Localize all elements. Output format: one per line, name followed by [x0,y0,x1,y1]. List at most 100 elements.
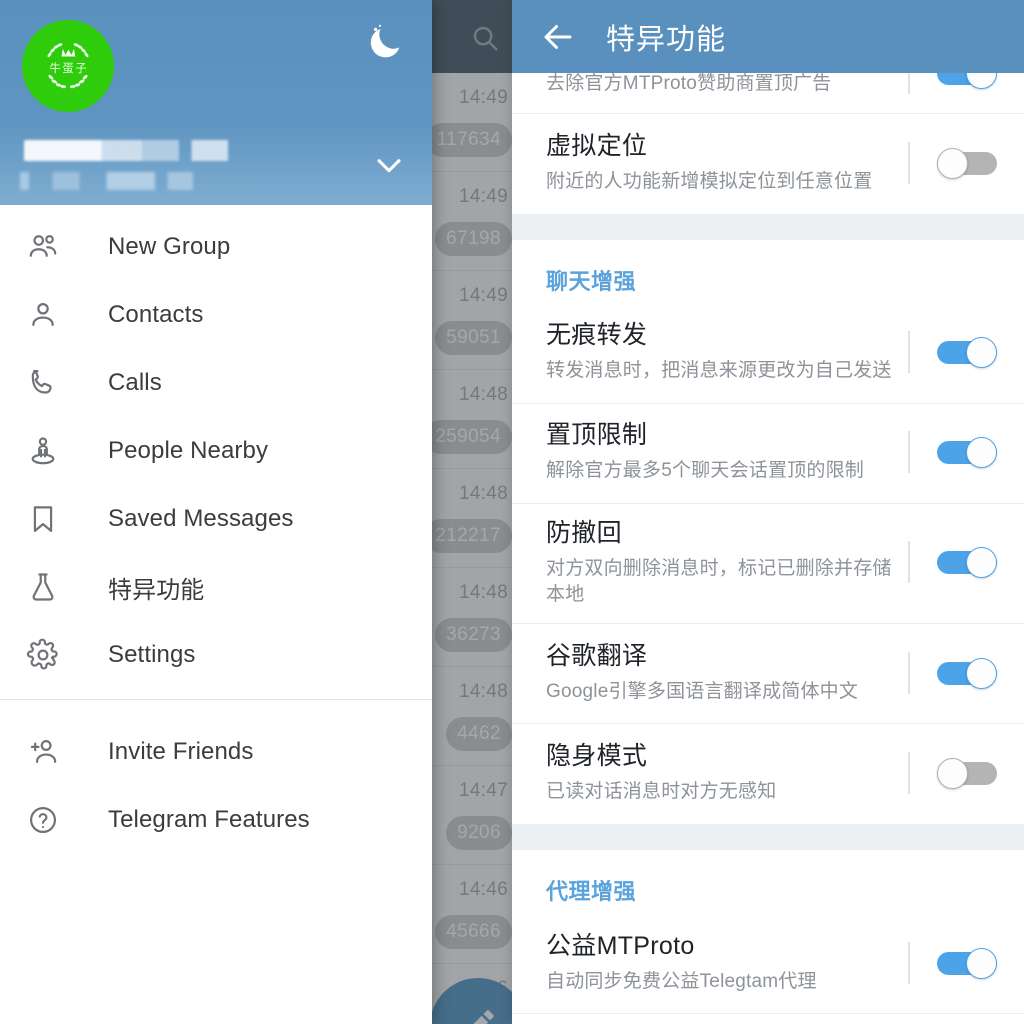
chat-timestamp: 14:48 [458,384,508,405]
toggle-knob [966,947,997,979]
toggle-switch[interactable] [937,437,997,469]
chevron-down-icon[interactable] [372,148,406,182]
section-separator [512,213,1024,240]
toggle-switch[interactable] [937,657,997,689]
settings-section: 去除官方MTProto赞助商置顶广告虚拟定位附近的人功能新增模拟定位到任意位置 [512,50,1024,214]
account-phone-redacted [20,172,200,190]
settings-row-subtitle: 自动同步免费公益Telegtam代理 [546,970,817,992]
crown-laurel-avatar-icon: 牛 蛋 子 [47,43,89,89]
drawer-item-invite-friends[interactable]: Invite Friends [0,718,432,786]
settings-row[interactable]: 无痕转发转发消息时，把消息来源更改为自己发送 [512,304,1024,404]
settings-row[interactable]: 置顶限制解除官方最多5个聊天会话置顶的限制 [512,404,1024,504]
unread-badge: 9206 [446,816,512,850]
settings-row-control [910,547,1024,579]
back-arrow-icon[interactable] [526,5,590,69]
svg-text:蛋: 蛋 [62,62,73,75]
drawer-item-people-nearby[interactable]: People Nearby [0,417,432,485]
avatar[interactable]: 牛 蛋 子 [22,20,114,112]
chat-timestamp: 14:46 [458,879,508,900]
toggle-knob [966,337,997,369]
settings-row-title: 隐身模式 [546,742,648,771]
saved-messages-icon [26,499,70,539]
settings-row[interactable]: 虚拟定位附近的人功能新增模拟定位到任意位置 [512,114,1024,214]
drawer-item-[interactable]: 特异功能 [0,553,432,621]
settings-section: 代理增强公益MTProto 自动同步免费公益Telegtam代理稳定MTProto [512,850,1024,1024]
drawer-item-saved-messages[interactable]: Saved Messages [0,485,432,553]
people-nearby-icon [26,431,70,471]
toggle-switch[interactable] [937,947,997,979]
settings-row-control [910,657,1024,689]
unread-badge: 45666 [435,915,512,949]
settings-row-title: 无痕转发 [546,321,648,350]
drawer-divider [0,699,432,700]
settings-row-texts: 置顶限制解除官方最多5个聊天会话置顶的限制 [546,420,910,484]
drawer-item-label: Invite Friends [108,738,254,765]
settings-row[interactable]: 谷歌翻译 Google引擎多国语言翻译成简体中文 [512,624,1024,725]
toggle-switch[interactable] [937,147,997,179]
settings-row-texts: 谷歌翻译 Google引擎多国语言翻译成简体中文 [546,641,910,705]
question-mark-icon [26,800,70,840]
toggle-switch[interactable] [937,337,997,369]
chat-timestamp: 14:47 [458,780,508,801]
settings-row-texts: 防撤回对方双向删除消息时，标记已删除并存储本地 [546,518,910,608]
drawer-item-label: Telegram Features [108,806,310,833]
settings-row-subtitle: 解除官方最多5个聊天会话置顶的限制 [546,460,864,482]
settings-row-texts: 公益MTProto 自动同步免费公益Telegtam代理 [546,931,910,995]
settings-row-subtitle: 对方双向删除消息时，标记已删除并存储本地 [546,557,892,605]
toggle-switch[interactable] [937,758,997,790]
drawer-item-telegram-features[interactable]: Telegram Features [0,786,432,854]
settings-scroll-area[interactable]: 去除官方MTProto赞助商置顶广告 虚拟定位 附近的人功能新增模拟定位到任意位置聊… [512,0,1024,1024]
settings-row-title: 谷歌翻译 [546,641,648,670]
settings-row-subtitle: 已读对话消息时对方无感知 [546,781,777,803]
drawer-item-contacts[interactable]: Contacts [0,281,432,349]
drawer-item-settings[interactable]: Settings [0,621,432,689]
settings-row-control [910,758,1024,790]
svg-text:牛: 牛 [50,61,61,75]
toggle-knob [937,147,968,179]
unread-badge: 4462 [446,717,512,751]
settings-row-control [910,337,1024,369]
settings-row-control [910,147,1024,179]
drawer-item-label: Settings [108,641,196,668]
toggle-knob [966,547,997,579]
settings-header: 特异功能 [512,0,1024,73]
new-group-icon [26,227,70,267]
unread-badge: 36273 [435,618,512,652]
unread-badge: 59051 [435,321,512,355]
toggle-switch[interactable] [937,547,997,579]
navigation-drawer: 牛 蛋 子 New Group Contacts Calls People Ne… [0,0,432,1024]
search-icon[interactable] [465,18,505,58]
drawer-item-calls[interactable]: Calls [0,349,432,417]
unread-badge: 212217 [424,519,512,553]
toggle-knob [966,657,997,689]
settings-row-texts: 无痕转发转发消息时，把消息来源更改为自己发送 [546,320,910,384]
settings-row[interactable]: 隐身模式已读对话消息时对方无感知 [512,724,1024,824]
moon-icon[interactable] [364,22,406,64]
drawer-item-new-group[interactable]: New Group [0,213,432,281]
settings-row-subtitle: 附近的人功能新增模拟定位到任意位置 [546,170,873,192]
drawer-item-label: People Nearby [108,437,269,464]
settings-row-texts: 隐身模式已读对话消息时对方无感知 [546,741,910,805]
drawer-item-label: Contacts [108,301,204,328]
settings-row[interactable]: 防撤回对方双向删除消息时，标记已删除并存储本地 [512,504,1024,625]
page-title: 特异功能 [606,23,727,56]
drawer-item-label: Calls [108,369,162,396]
settings-row[interactable]: 稳定MTProto [512,1014,1024,1024]
chat-timestamp: 14:49 [458,285,508,306]
settings-row-title: 防撤回 [546,518,622,547]
drawer-footer-list: Invite Friends Telegram Features [0,710,432,854]
settings-row-title: 置顶限制 [546,421,648,450]
settings-row-subtitle: 转发消息时，把消息来源更改为自己发送 [546,360,892,382]
settings-row-title: 虚拟定位 [546,131,648,160]
chat-timestamp: 14:49 [458,186,508,207]
settings-row-control [910,947,1024,979]
settings-row-control [910,437,1024,469]
settings-section: 聊天增强 无痕转发 转发消息时，把消息来源更改为自己发送 置顶限制 解除官方最多5个聊天… [512,239,1024,825]
settings-row[interactable]: 公益MTProto 自动同步免费公益Telegtam代理 [512,914,1024,1015]
invite-friends-icon [26,732,70,772]
chat-timestamp: 14:48 [458,582,508,603]
settings-row-subtitle: 去除官方MTProto赞助商置顶广告 [546,73,832,94]
settings-row-title: 公益MTProto [546,931,695,960]
drawer-header: 牛 蛋 子 [0,0,432,205]
section-heading: 代理增强 [546,879,637,905]
